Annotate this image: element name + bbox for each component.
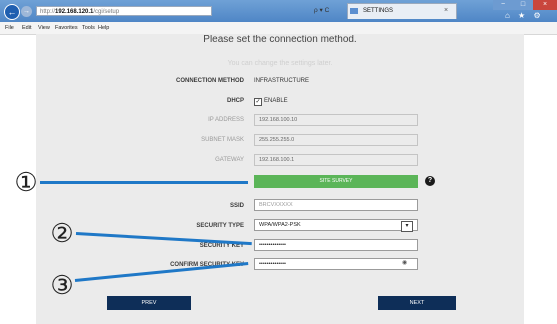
menu-file[interactable]: File <box>5 23 14 33</box>
dhcp-label: DHCP <box>226 98 244 104</box>
gateway-label: GATEWAY <box>215 157 244 163</box>
ip-address-field: 192.168.100.10 <box>254 114 418 126</box>
home-star-gear-icons[interactable]: ⌂ ★ ⚙ <box>505 11 544 20</box>
security-key-field[interactable]: •••••••••••••• <box>254 239 418 251</box>
chevron-down-icon[interactable]: ▾ <box>401 221 413 232</box>
tab-close-icon[interactable]: × <box>444 3 448 18</box>
menu-tools[interactable]: Tools <box>82 23 95 33</box>
address-suffix: /cgi/setup <box>93 9 120 15</box>
help-icon[interactable]: ? <box>425 176 435 186</box>
back-button[interactable]: ← <box>4 4 20 20</box>
menu-edit[interactable]: Edit <box>22 23 31 33</box>
forward-arrow-icon: → <box>23 8 30 15</box>
confirm-security-key-field[interactable]: •••••••••••••• <box>254 258 418 270</box>
page-favicon-icon <box>350 8 358 14</box>
dhcp-enable-label: ENABLE <box>264 98 288 104</box>
address-bar[interactable]: http://192.168.120.1/cgi/setup <box>36 6 212 16</box>
ip-address-label: IP ADDRESS <box>208 117 244 123</box>
menu-favorites[interactable]: Favorites <box>55 23 78 33</box>
annotation-marker-1: ① <box>14 167 38 197</box>
ssid-field[interactable]: BRCVXXXXX <box>254 199 418 211</box>
back-arrow-icon: ← <box>7 7 17 17</box>
annotation-pointer-1 <box>40 181 248 184</box>
page-subheading: You can change the settings later. <box>227 60 333 67</box>
address-prefix: http:// <box>40 9 56 15</box>
address-host: 192.168.120.1 <box>55 9 94 15</box>
ssid-label: SSID <box>229 203 244 209</box>
show-password-eye-icon[interactable]: ◉ <box>402 259 407 266</box>
dhcp-enable-checkbox[interactable]: ✓ <box>254 98 262 106</box>
annotation-marker-3: ③ <box>50 270 74 300</box>
security-type-label: SECURITY TYPE <box>196 223 244 229</box>
page-heading: Please set the connection method. <box>203 35 357 45</box>
window-close-button[interactable]: × <box>533 0 557 10</box>
subnet-mask-label: SUBNET MASK <box>201 137 244 143</box>
subnet-mask-field: 255.255.255.0 <box>254 134 418 146</box>
tab-settings[interactable]: SETTINGS <box>347 3 457 19</box>
menu-view[interactable]: View <box>38 23 50 33</box>
security-key-label: SECURITY KEY <box>199 243 244 249</box>
prev-button[interactable]: PREV <box>107 296 191 310</box>
menu-help[interactable]: Help <box>98 23 109 33</box>
annotation-marker-2: ② <box>50 218 74 248</box>
security-type-select[interactable]: WPA/WPA2-PSK <box>254 219 418 231</box>
window-maximize-button[interactable]: □ <box>513 0 533 10</box>
connection-method-value: INFRASTRUCTURE <box>254 78 309 84</box>
site-survey-button[interactable]: SITE SURVEY <box>254 175 418 188</box>
gateway-field: 192.168.100.1 <box>254 154 418 166</box>
address-controls[interactable]: ρ ▾ C <box>314 6 329 14</box>
next-button[interactable]: NEXT <box>378 296 456 310</box>
forward-button[interactable]: → <box>21 6 32 17</box>
connection-method-label: CONNECTION METHOD <box>176 78 244 84</box>
window-minimize-button[interactable]: − <box>493 0 513 10</box>
